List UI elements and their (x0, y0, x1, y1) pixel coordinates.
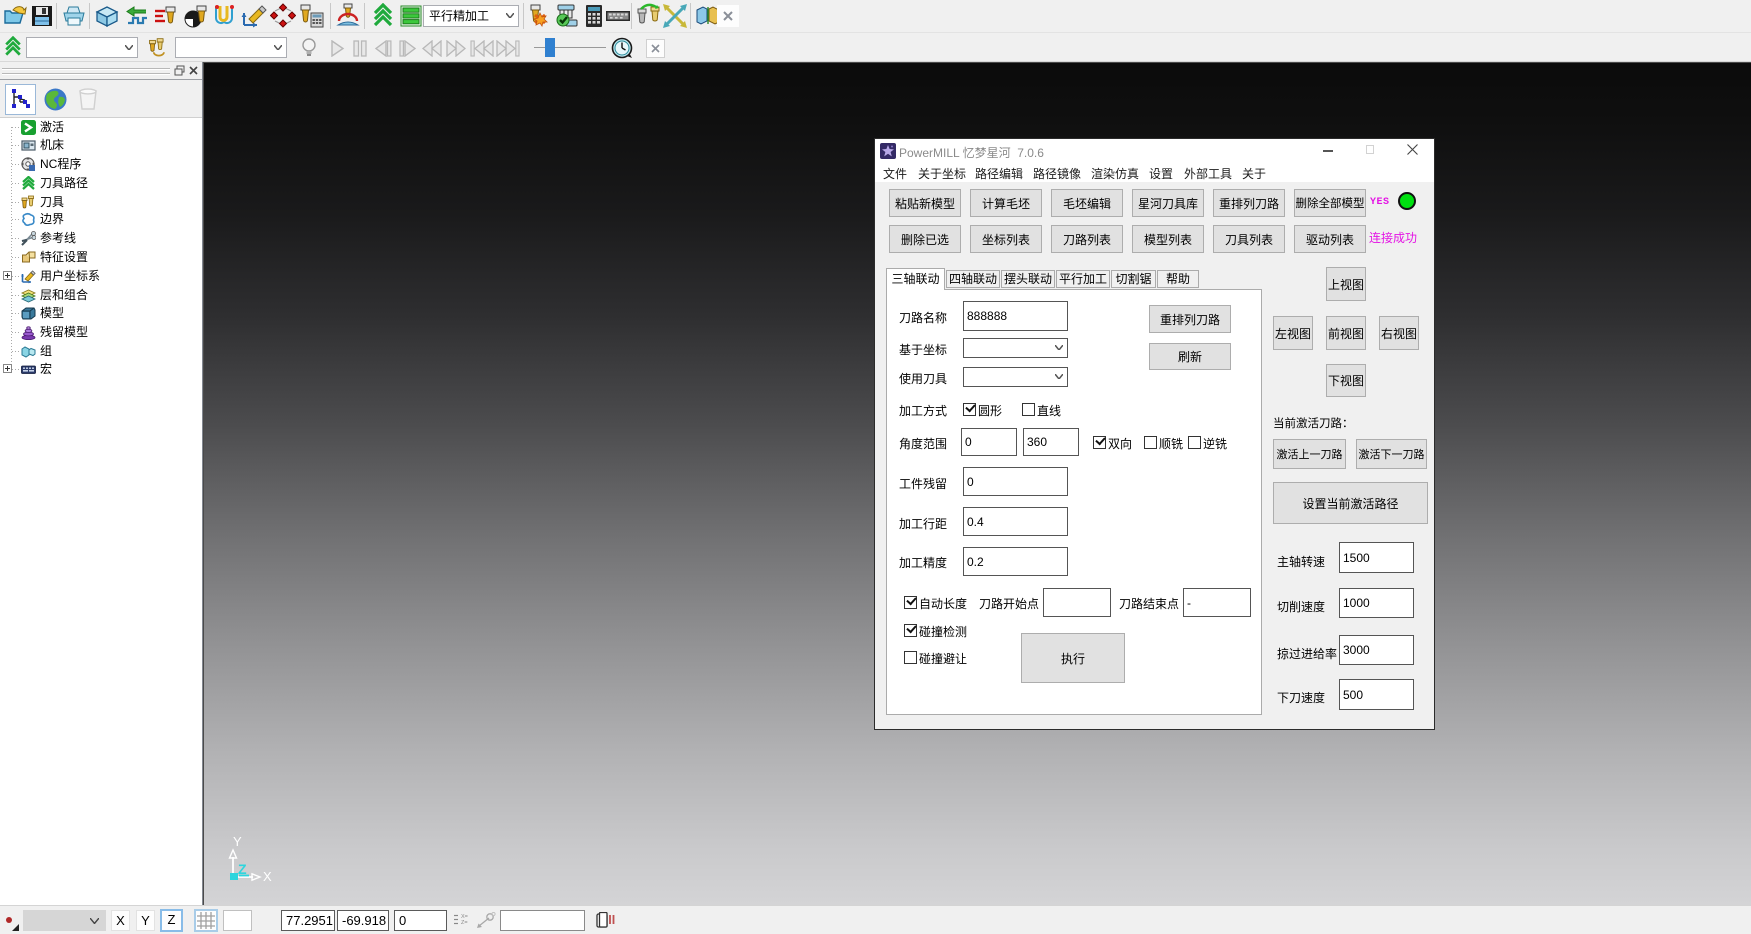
svg-text:Y: Y (233, 834, 242, 849)
svg-text:Z: Z (238, 861, 247, 877)
svg-text:Z=: Z= (461, 920, 468, 926)
svg-text:X: X (263, 869, 272, 884)
